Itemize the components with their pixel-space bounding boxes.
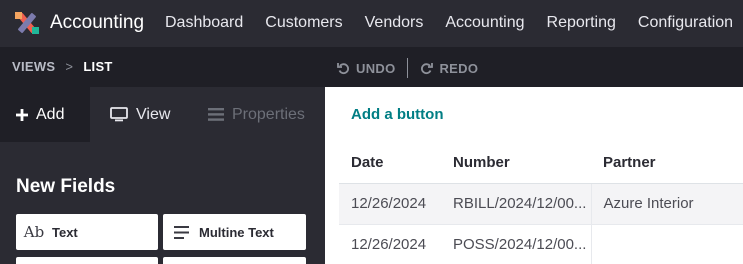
undo-icon bbox=[337, 62, 349, 74]
breadcrumb: VIEWS > LIST bbox=[12, 59, 113, 74]
cell-number: POSS/2024/12/00... bbox=[441, 224, 592, 264]
redo-label: REDO bbox=[439, 60, 479, 76]
tab-properties-label: Properties bbox=[232, 105, 305, 123]
cell-number: RBILL/2024/12/00... bbox=[441, 183, 592, 225]
undo-label: UNDO bbox=[356, 60, 396, 76]
field-card-partial[interactable] bbox=[16, 257, 158, 264]
undo-button[interactable]: UNDO bbox=[337, 61, 395, 76]
column-header-date[interactable]: Date bbox=[339, 143, 441, 184]
field-text-label: Text bbox=[52, 224, 78, 240]
breadcrumb-separator: > bbox=[65, 59, 74, 74]
redo-button[interactable]: REDO bbox=[420, 61, 478, 76]
plus-icon bbox=[16, 108, 28, 121]
redo-icon bbox=[421, 62, 434, 74]
menu-dashboard[interactable]: Dashboard bbox=[165, 13, 243, 33]
menu-customers[interactable]: Customers bbox=[265, 13, 342, 33]
menu-vendors[interactable]: Vendors bbox=[365, 13, 424, 33]
cell-date: 12/26/2024 bbox=[339, 183, 441, 225]
new-fields-title: New Fields bbox=[16, 176, 116, 197]
studio-sidebar: Add View Properties New Fields Ab Text M… bbox=[0, 87, 325, 264]
undo-redo-divider bbox=[407, 58, 409, 78]
list-table: Date Number Partner 12/26/2024 RBILL/202… bbox=[339, 143, 743, 264]
menu-configuration[interactable]: Configuration bbox=[638, 13, 733, 33]
app-name[interactable]: Accounting bbox=[50, 11, 144, 35]
studio-toolbar: VIEWS > LIST UNDO REDO bbox=[0, 47, 743, 87]
tab-view-label: View bbox=[136, 105, 171, 123]
cell-date: 12/26/2024 bbox=[339, 224, 441, 264]
field-multiline-text[interactable]: Multine Text bbox=[163, 214, 306, 250]
text-field-icon: Ab bbox=[23, 223, 45, 241]
cell-partner bbox=[591, 224, 743, 264]
field-multiline-label: Multine Text bbox=[199, 224, 274, 240]
table-row[interactable]: 12/26/2024 POSS/2024/12/00... bbox=[339, 224, 743, 264]
tab-properties[interactable]: Properties bbox=[198, 87, 321, 142]
field-card-partial[interactable] bbox=[163, 257, 306, 264]
breadcrumb-current: LIST bbox=[83, 59, 113, 74]
menu-reporting[interactable]: Reporting bbox=[547, 13, 616, 33]
tab-add[interactable]: Add bbox=[0, 87, 90, 142]
breadcrumb-views[interactable]: VIEWS bbox=[12, 59, 55, 74]
table-header-row: Date Number Partner bbox=[339, 143, 743, 184]
accounting-app-icon[interactable] bbox=[15, 12, 39, 34]
undo-redo-group: UNDO REDO bbox=[337, 58, 478, 78]
add-a-button[interactable]: Add a button bbox=[351, 105, 443, 125]
tab-view[interactable]: View bbox=[90, 87, 198, 142]
menu-accounting[interactable]: Accounting bbox=[445, 13, 524, 33]
monitor-icon bbox=[110, 107, 128, 122]
list-icon bbox=[208, 108, 224, 121]
tab-add-label: Add bbox=[36, 105, 65, 123]
field-text[interactable]: Ab Text bbox=[16, 214, 158, 250]
main-menu: Dashboard Customers Vendors Accounting R… bbox=[165, 13, 743, 33]
multiline-icon bbox=[163, 225, 199, 239]
table-row[interactable]: 12/26/2024 RBILL/2024/12/00... Azure Int… bbox=[339, 183, 743, 225]
cell-partner: Azure Interior bbox=[591, 183, 743, 225]
top-navbar: Accounting Dashboard Customers Vendors A… bbox=[0, 0, 743, 47]
sidebar-tabs: Add View Properties bbox=[0, 87, 325, 142]
column-header-partner[interactable]: Partner bbox=[591, 143, 743, 184]
column-header-number[interactable]: Number bbox=[441, 143, 591, 184]
list-view-area: Add a button Date Number Partner 12/26/2… bbox=[325, 87, 743, 264]
